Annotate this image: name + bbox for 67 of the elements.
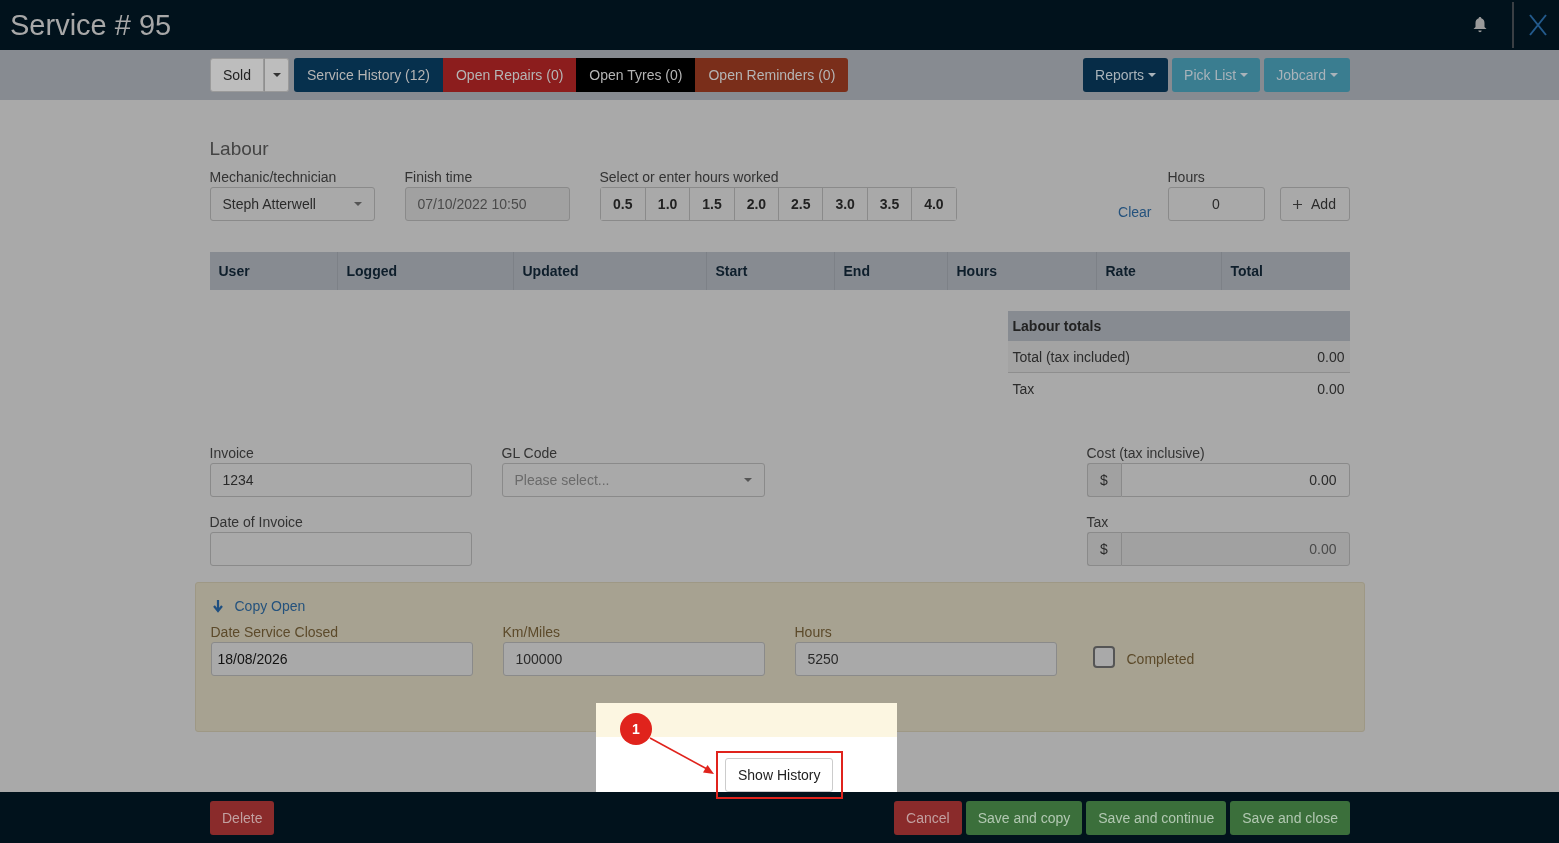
- tab-button[interactable]: Open Repairs (0): [442, 58, 577, 92]
- column-header: Start: [705, 252, 834, 290]
- field-label: Select or enter hours worked: [599, 169, 780, 185]
- section-title: Labour: [209, 138, 270, 160]
- caret-icon: [1240, 73, 1249, 77]
- page-title: Service # 95: [10, 8, 172, 42]
- caret-icon: [743, 478, 752, 482]
- show-history-button[interactable]: Show History: [725, 758, 834, 792]
- arrow-down-icon: [212, 599, 223, 613]
- mechanic-select[interactable]: Steph Atterwell: [209, 187, 375, 221]
- field-label: Mechanic/technician: [209, 169, 338, 185]
- column-header: Rate: [1095, 252, 1221, 290]
- cancel-button[interactable]: Cancel: [894, 800, 962, 835]
- close-icon[interactable]: [1528, 14, 1548, 36]
- totals-label: Total (tax included): [1012, 348, 1130, 365]
- caret-icon: [353, 202, 362, 206]
- delete-button[interactable]: Delete: [210, 800, 275, 835]
- save-button[interactable]: Save and close: [1230, 800, 1350, 835]
- add-button[interactable]: Add: [1279, 187, 1350, 221]
- field-label: Finish time: [404, 169, 474, 185]
- status-button[interactable]: Sold: [210, 58, 265, 92]
- totals-header: Labour totals: [1007, 311, 1350, 341]
- clear-link[interactable]: Clear: [1118, 204, 1152, 220]
- currency-addon: $: [1086, 463, 1121, 497]
- date-of-invoice-field[interactable]: [209, 532, 472, 566]
- panel-field[interactable]: 100000: [502, 642, 765, 676]
- column-header: Total: [1220, 252, 1350, 290]
- save-button[interactable]: Save and continue: [1086, 800, 1227, 835]
- field-label: Hours: [1167, 169, 1206, 185]
- field-label: Date Service Closed: [210, 624, 340, 640]
- panel-field[interactable]: 5250: [794, 642, 1057, 676]
- tab-button[interactable]: Open Reminders (0): [695, 58, 849, 92]
- caret-icon: [1330, 73, 1338, 77]
- status-dropdown-button[interactable]: [264, 58, 290, 92]
- column-header: Hours: [946, 252, 1096, 290]
- panel-field[interactable]: 18/08/2026: [210, 642, 473, 676]
- field-label: Hours: [794, 624, 833, 640]
- field-label: Km/Miles: [502, 624, 562, 640]
- field-label: GL Code: [501, 445, 558, 461]
- menu-button[interactable]: Reports: [1083, 58, 1169, 92]
- totals-label: Tax: [1012, 380, 1035, 397]
- column-header: User: [217, 262, 251, 281]
- bell-icon[interactable]: [1473, 17, 1487, 33]
- field-label: Tax: [1086, 514, 1110, 530]
- caret-icon: [1148, 73, 1157, 77]
- completed-checkbox[interactable]: [1092, 646, 1115, 668]
- totals-value: 0.00: [1317, 380, 1345, 397]
- caret-icon: [272, 73, 281, 77]
- cost-field[interactable]: 0.00: [1120, 463, 1350, 497]
- currency-addon: $: [1086, 532, 1121, 566]
- save-button[interactable]: Save and copy: [965, 800, 1083, 835]
- totals-value: 0.00: [1317, 348, 1345, 365]
- hours-option-button[interactable]: 4.0: [911, 188, 956, 220]
- tab-button[interactable]: Open Tyres (0): [576, 58, 696, 92]
- field-label: Date of Invoice: [209, 514, 304, 530]
- callout-arrow: [649, 737, 715, 775]
- field-label: Invoice: [209, 445, 255, 461]
- column-header: End: [833, 252, 947, 290]
- checkbox-label: Completed: [1126, 651, 1195, 667]
- column-header: Logged: [336, 252, 513, 290]
- invoice-field[interactable]: 1234: [209, 463, 472, 497]
- field-label: Cost (tax inclusive): [1086, 445, 1206, 461]
- column-header: Updated: [512, 252, 706, 290]
- tab-button[interactable]: Service History (12): [294, 58, 443, 92]
- copy-open-link[interactable]: Copy Open: [212, 598, 1349, 614]
- plus-icon: [1293, 199, 1303, 209]
- hours-field[interactable]: 0: [1167, 187, 1265, 221]
